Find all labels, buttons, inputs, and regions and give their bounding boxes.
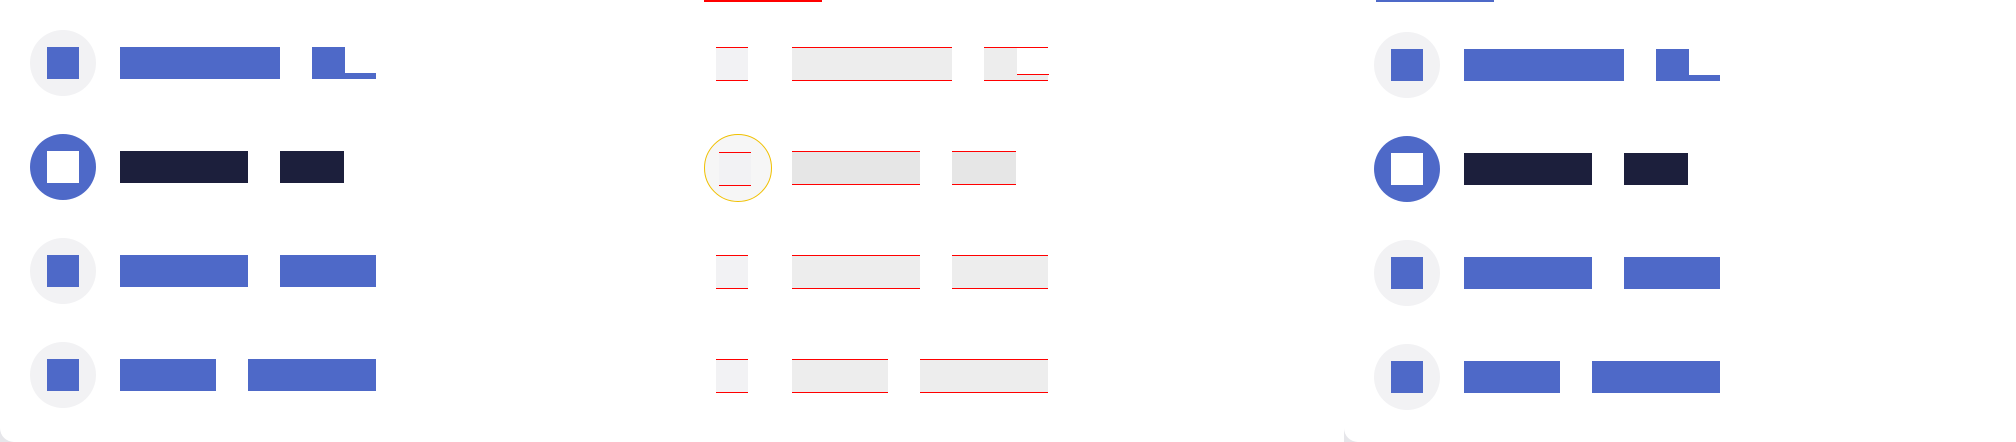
square-icon (47, 255, 79, 287)
icon-badge (30, 30, 96, 96)
list-item[interactable] (672, 238, 1344, 308)
square-icon (1391, 49, 1423, 81)
list-item-selected[interactable] (0, 134, 672, 204)
item-label-placeholder (120, 359, 216, 391)
square-icon (1391, 153, 1423, 185)
icon-badge (30, 342, 96, 408)
square-icon (716, 47, 748, 81)
item-meta-placeholder (1592, 361, 1720, 393)
item-label-placeholder (792, 47, 952, 81)
item-meta-placeholder (280, 151, 344, 183)
item-label-placeholder (1464, 361, 1560, 393)
badge-notch (1017, 48, 1049, 75)
menu-panel-rendered (1344, 0, 2016, 442)
list-item[interactable] (672, 30, 1344, 100)
icon-badge (1374, 240, 1440, 306)
tab-indicator (704, 0, 822, 2)
icon-badge (704, 134, 772, 202)
icon-badge (1374, 136, 1440, 202)
icon-badge (702, 30, 768, 96)
item-label-placeholder (120, 255, 248, 287)
list-item[interactable] (1344, 240, 2016, 310)
list-item[interactable] (1344, 344, 2016, 414)
item-label-placeholder (120, 151, 248, 183)
badge-notch (1689, 49, 1721, 75)
square-icon (1391, 257, 1423, 289)
square-icon (719, 152, 751, 186)
list-item[interactable] (0, 238, 672, 308)
tab-indicator (1376, 0, 1494, 2)
list-item[interactable] (0, 30, 672, 100)
icon-badge (30, 238, 96, 304)
square-icon (716, 255, 748, 289)
list-item[interactable] (672, 342, 1344, 412)
square-icon (1391, 361, 1423, 393)
item-label-placeholder (792, 255, 920, 289)
item-meta-placeholder (952, 151, 1016, 185)
item-meta-placeholder (952, 255, 1048, 289)
item-meta-placeholder (280, 255, 376, 287)
icon-badge (1374, 32, 1440, 98)
item-meta-placeholder (312, 47, 377, 79)
menu-panel-original (0, 0, 672, 442)
item-label-placeholder (1464, 257, 1592, 289)
square-icon (47, 359, 79, 391)
icon-badge (30, 134, 96, 200)
icon-badge (1374, 344, 1440, 410)
square-icon (47, 47, 79, 79)
square-icon (47, 151, 79, 183)
icon-badge (702, 238, 768, 304)
item-label-placeholder (1464, 153, 1592, 185)
item-meta-placeholder (1656, 49, 1721, 81)
item-meta-placeholder (248, 359, 376, 391)
list-item[interactable] (0, 342, 672, 412)
badge-notch (345, 47, 377, 73)
icon-badge (702, 342, 768, 408)
item-meta-placeholder (1624, 153, 1688, 185)
list-item[interactable] (1344, 32, 2016, 102)
list-item-selected[interactable] (1344, 136, 2016, 206)
item-meta-placeholder (1624, 257, 1720, 289)
item-label-placeholder (792, 359, 888, 393)
item-label-placeholder (792, 151, 920, 185)
menu-panel-diff (672, 0, 1344, 442)
item-meta-placeholder (984, 47, 1049, 81)
item-meta-placeholder (920, 359, 1048, 393)
item-label-placeholder (120, 47, 280, 79)
square-icon (716, 359, 748, 393)
item-label-placeholder (1464, 49, 1624, 81)
list-item-selected[interactable] (672, 134, 1344, 204)
